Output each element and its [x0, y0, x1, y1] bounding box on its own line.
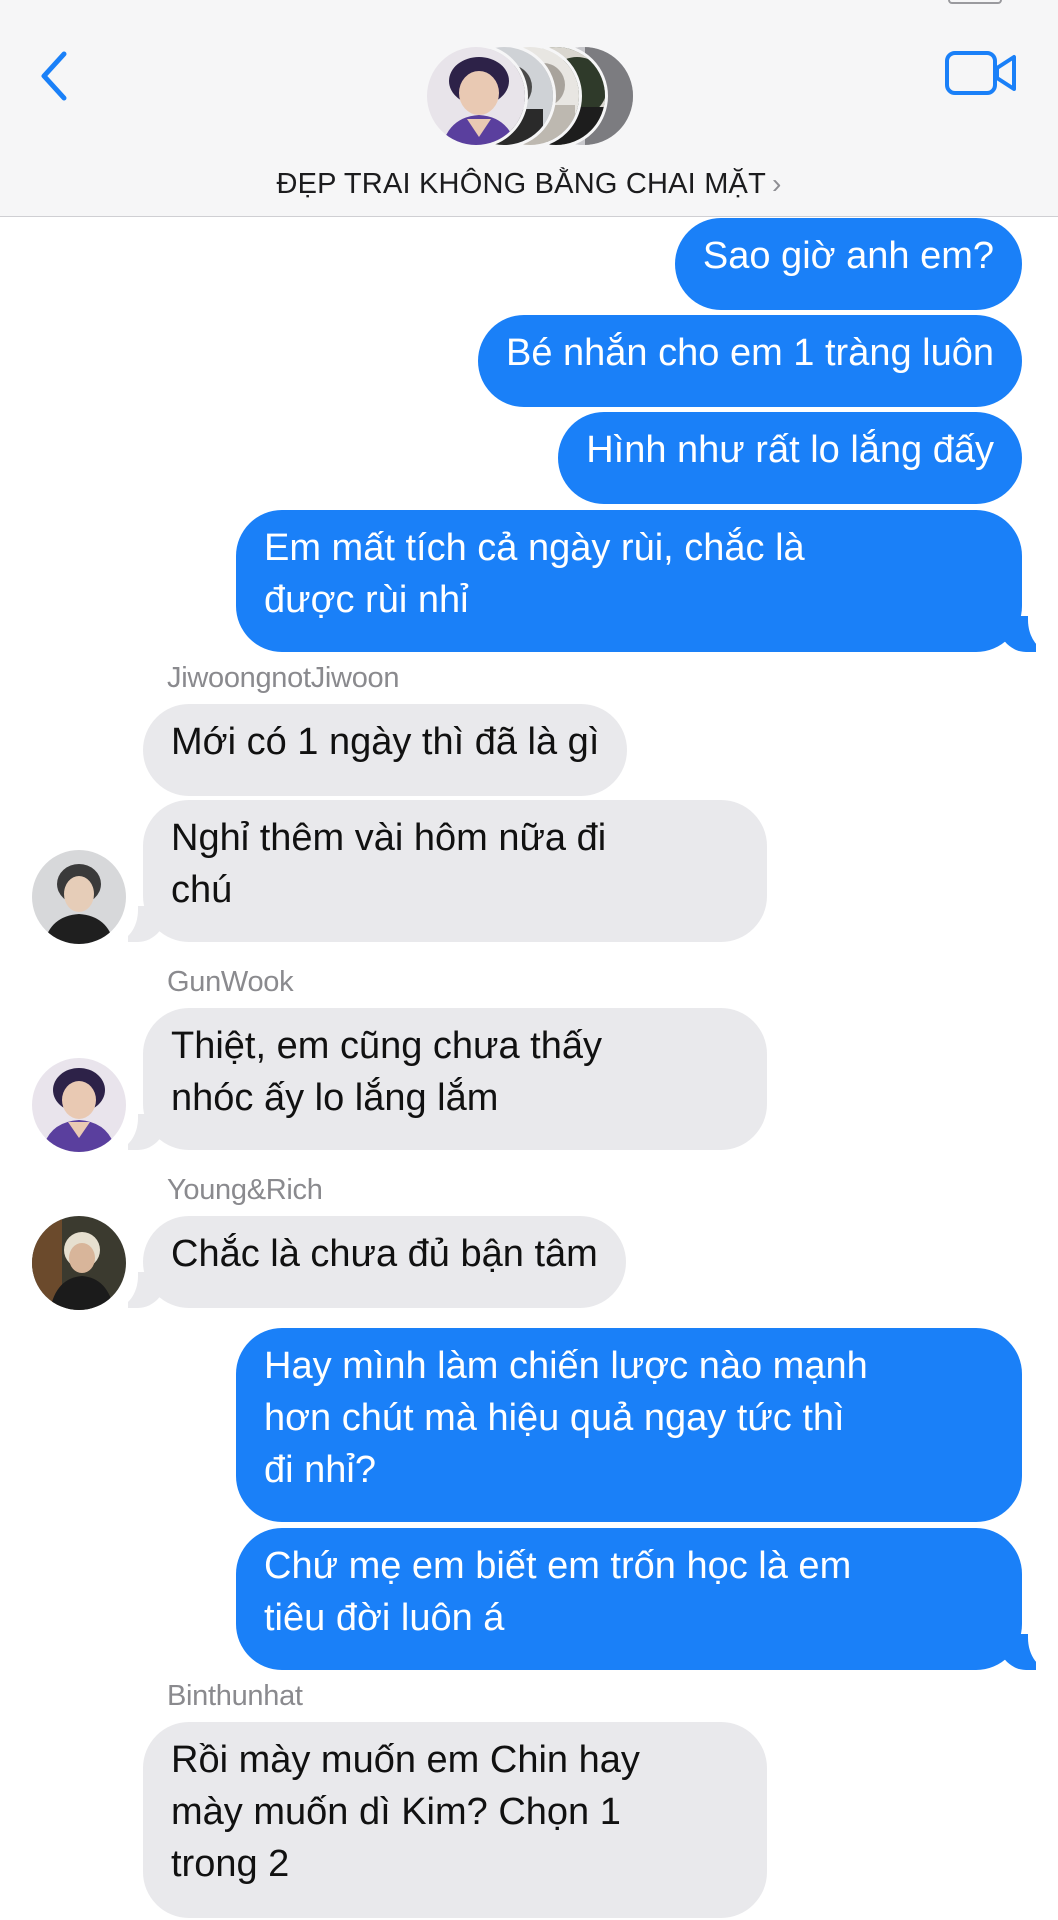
- member-avatar: [424, 44, 528, 148]
- outgoing-message[interactable]: Chứ mẹ em biết em trốn học là em tiêu đờ…: [236, 1528, 1022, 1670]
- sender-name: GunWook: [167, 966, 294, 998]
- video-call-button[interactable]: [944, 48, 1018, 98]
- message-line: Nghỉ thêm vài hôm nữa đi: [171, 817, 607, 859]
- message-line: được rùi nhỉ: [264, 579, 469, 621]
- incoming-message[interactable]: Thiệt, em cũng chưa thấy nhóc ấy lo lắng…: [143, 1008, 767, 1150]
- message-text: Hình như rất lo lắng đấy: [586, 429, 994, 471]
- group-name[interactable]: ĐẸP TRAI KHÔNG BẰNG CHAI MẶT ›: [0, 168, 1058, 201]
- conversation-header: ĐẸP TRAI KHÔNG BẰNG CHAI MẶT ›: [0, 0, 1058, 217]
- message-line: nhóc ấy lo lắng lắm: [171, 1077, 499, 1119]
- message-line: Em mất tích cả ngày rùi, chắc là: [264, 527, 805, 569]
- message-line: hơn chút mà hiệu quả ngay tức thì: [264, 1397, 845, 1439]
- avatar[interactable]: [32, 1216, 126, 1310]
- video-camera-icon: [945, 51, 1016, 95]
- group-name-text: ĐẸP TRAI KHÔNG BẰNG CHAI MẶT: [276, 168, 767, 200]
- message-line: Chứ mẹ em biết em trốn học là em: [264, 1545, 852, 1587]
- outgoing-message[interactable]: Hình như rất lo lắng đấy: [558, 412, 1022, 504]
- incoming-message[interactable]: Rồi mày muốn em Chin hay mày muốn dì Kim…: [143, 1722, 767, 1918]
- message-line: trong 2: [171, 1843, 290, 1885]
- sender-name: Binthunhat: [167, 1680, 303, 1712]
- message-text: Mới có 1 ngày thì đã là gì: [171, 721, 600, 763]
- avatar[interactable]: [32, 850, 126, 944]
- message-line: Thiệt, em cũng chưa thấy: [171, 1025, 602, 1067]
- back-button[interactable]: [30, 40, 80, 110]
- outgoing-message[interactable]: Em mất tích cả ngày rùi, chắc là được rù…: [236, 510, 1022, 652]
- outgoing-message[interactable]: Hay mình làm chiến lược nào mạnh hơn chú…: [236, 1328, 1022, 1522]
- sender-name: Young&Rich: [167, 1174, 323, 1206]
- message-text: Bé nhắn cho em 1 tràng luôn: [505, 332, 994, 374]
- incoming-message[interactable]: Mới có 1 ngày thì đã là gì: [143, 704, 628, 796]
- message-text: Sao giờ anh em?: [702, 235, 994, 277]
- message-line: chú: [171, 869, 233, 911]
- outgoing-message[interactable]: Bé nhắn cho em 1 tràng luôn: [477, 315, 1022, 407]
- message-line: Hay mình làm chiến lược nào mạnh: [264, 1345, 868, 1387]
- message-line: tiêu đời luôn á: [264, 1597, 505, 1639]
- sender-name: JiwoongnotJiwoon: [167, 662, 400, 694]
- group-avatar-stack[interactable]: [424, 44, 644, 154]
- message-line: đi nhỉ?: [264, 1449, 376, 1491]
- incoming-message[interactable]: Nghỉ thêm vài hôm nữa đi chú: [143, 800, 767, 942]
- incoming-message[interactable]: Chắc là chưa đủ bận tâm: [143, 1216, 626, 1308]
- chevron-left-icon: [41, 51, 67, 101]
- outgoing-message[interactable]: Sao giờ anh em?: [674, 218, 1022, 310]
- message-line: mày muốn dì Kim? Chọn 1: [171, 1791, 621, 1833]
- chevron-right-icon: ›: [772, 168, 782, 199]
- avatar[interactable]: [32, 1058, 126, 1152]
- status-indicator: [948, 0, 1002, 4]
- message-line: Rồi mày muốn em Chin hay: [171, 1739, 640, 1781]
- message-text: Chắc là chưa đủ bận tâm: [171, 1233, 598, 1275]
